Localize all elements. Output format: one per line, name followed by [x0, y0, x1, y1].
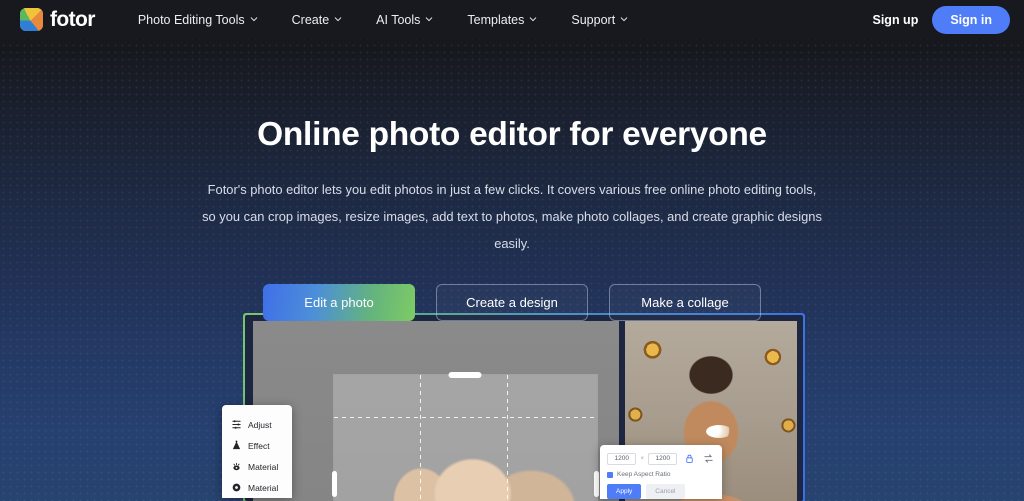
width-input[interactable]: 1200 [607, 452, 637, 465]
tool-item-effect[interactable]: Effect [222, 435, 292, 456]
tool-item-label: Effect [248, 440, 270, 451]
sign-up-link[interactable]: Sign up [873, 13, 919, 27]
hero-subtitle: Fotor's photo editor lets you edit photo… [202, 181, 822, 251]
chevron-down-icon [334, 15, 342, 23]
material-dot-icon [231, 482, 242, 493]
crop-selection-area[interactable] [331, 372, 600, 501]
crop-handle-left[interactable] [331, 471, 337, 497]
make-a-collage-button[interactable]: Make a collage [609, 284, 761, 322]
cancel-button[interactable]: Cancel [646, 484, 685, 499]
keep-aspect-ratio-checkbox[interactable]: Keep Aspect Ratio [607, 471, 715, 478]
editor-canvas [253, 321, 619, 501]
height-input[interactable]: 1200 [648, 452, 678, 465]
material-eye-icon [231, 461, 242, 472]
dimension-separator: × [640, 455, 644, 462]
resize-dialog: 1200 × 1200 Keep Aspect Ratio Apply Canc… [600, 445, 722, 499]
lock-icon[interactable] [683, 452, 696, 465]
nav-item-create[interactable]: Create [275, 5, 360, 35]
keep-aspect-ratio-label: Keep Aspect Ratio [617, 471, 671, 478]
nav-item-photo-editing-tools[interactable]: Photo Editing Tools [121, 5, 275, 35]
crop-guide-vertical [507, 375, 509, 501]
tool-item-material-1[interactable]: Material [222, 456, 292, 477]
fotor-logo-icon [20, 8, 43, 31]
chevron-down-icon [620, 15, 628, 23]
nav-item-label: AI Tools [376, 12, 421, 27]
top-navigation-bar: fotor Photo Editing Tools Create AI Tool… [0, 0, 1024, 39]
page-root: fotor Photo Editing Tools Create AI Tool… [0, 0, 1024, 501]
cta-button-row: Edit a photo Create a design Make a coll… [0, 284, 1024, 322]
chevron-down-icon [529, 15, 537, 23]
crop-handle-right[interactable] [594, 471, 600, 497]
crop-handle-top[interactable] [448, 372, 482, 378]
checkbox-indicator [607, 471, 613, 478]
nav-item-templates[interactable]: Templates [450, 5, 554, 35]
chevron-down-icon [250, 15, 258, 23]
tool-item-material-2[interactable]: Material [222, 477, 292, 498]
fotor-logo[interactable]: fotor [20, 8, 95, 32]
tool-item-label: Material [248, 482, 279, 493]
nav-item-label: Photo Editing Tools [137, 12, 245, 27]
create-a-design-button[interactable]: Create a design [436, 284, 588, 322]
apply-button[interactable]: Apply [607, 484, 642, 499]
nav-item-label: Create [291, 12, 330, 27]
sliders-icon [231, 419, 242, 430]
resize-dialog-actions: Apply Cancel [607, 484, 715, 499]
crop-guide-horizontal [333, 416, 598, 418]
edit-a-photo-button[interactable]: Edit a photo [263, 284, 415, 322]
hero-section: Online photo editor for everyone Fotor's… [0, 39, 1024, 322]
tool-item-label: Material [248, 461, 279, 472]
effect-icon [231, 440, 242, 451]
nav-item-ai-tools[interactable]: AI Tools [359, 5, 450, 35]
nav-item-label: Templates [467, 12, 525, 27]
fotor-logo-text: fotor [50, 7, 95, 31]
nav-links: Photo Editing Tools Create AI Tools Temp… [121, 5, 645, 35]
editor-tool-panel: Adjust Effect Material Material [222, 405, 292, 498]
swap-icon[interactable] [702, 452, 715, 465]
crop-guide-vertical [420, 375, 422, 501]
tool-item-label: Adjust [248, 419, 272, 430]
sign-in-button[interactable]: Sign in [932, 5, 1010, 34]
page-title: Online photo editor for everyone [257, 116, 767, 153]
nav-auth-actions: Sign up Sign in [873, 5, 1010, 34]
chevron-down-icon [425, 15, 433, 23]
nav-item-label: Support [571, 12, 616, 27]
nav-item-support[interactable]: Support [554, 5, 645, 35]
tool-item-adjust[interactable]: Adjust [222, 414, 292, 435]
resize-dimension-row: 1200 × 1200 [607, 452, 715, 465]
